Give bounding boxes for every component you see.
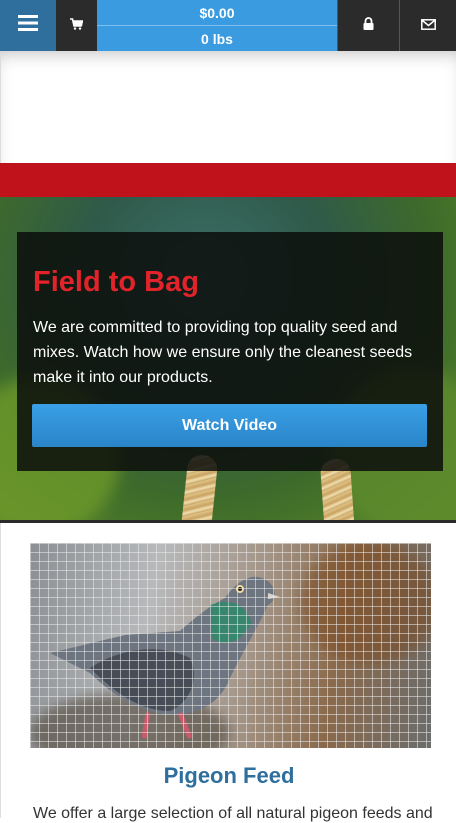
lock-icon [363, 16, 374, 35]
hero-description: We are committed to providing top qualit… [33, 319, 413, 386]
hero-content-box: Field to Bag We are committed to providi… [17, 232, 443, 471]
hero-title: Field to Bag [33, 266, 199, 298]
pigeon-product-image[interactable] [30, 543, 431, 748]
cart-weight: 0 lbs [201, 31, 233, 47]
cart-button[interactable] [56, 0, 97, 51]
hamburger-menu-icon [18, 15, 38, 36]
account-login-button[interactable] [337, 0, 399, 51]
product-card: Pigeon Feed We offer a large selection o… [0, 523, 456, 822]
red-accent-band [0, 163, 456, 197]
product-description: We offer a large selection of all natura… [33, 805, 433, 822]
logo-banner-area [0, 51, 456, 163]
cart-summary[interactable]: $0.00 0 lbs [97, 0, 337, 51]
product-title[interactable]: Pigeon Feed [1, 763, 456, 789]
hero-banner: Field to Bag We are committed to providi… [0, 197, 456, 520]
envelope-icon [421, 17, 436, 35]
menu-button[interactable] [0, 0, 56, 51]
wire-mesh-overlay [30, 543, 431, 748]
shopping-cart-icon [70, 17, 84, 35]
cart-total: $0.00 [199, 5, 235, 21]
contact-email-button[interactable] [399, 0, 456, 51]
watch-video-button[interactable]: Watch Video [32, 404, 427, 447]
top-nav-bar: $0.00 0 lbs [0, 0, 456, 51]
